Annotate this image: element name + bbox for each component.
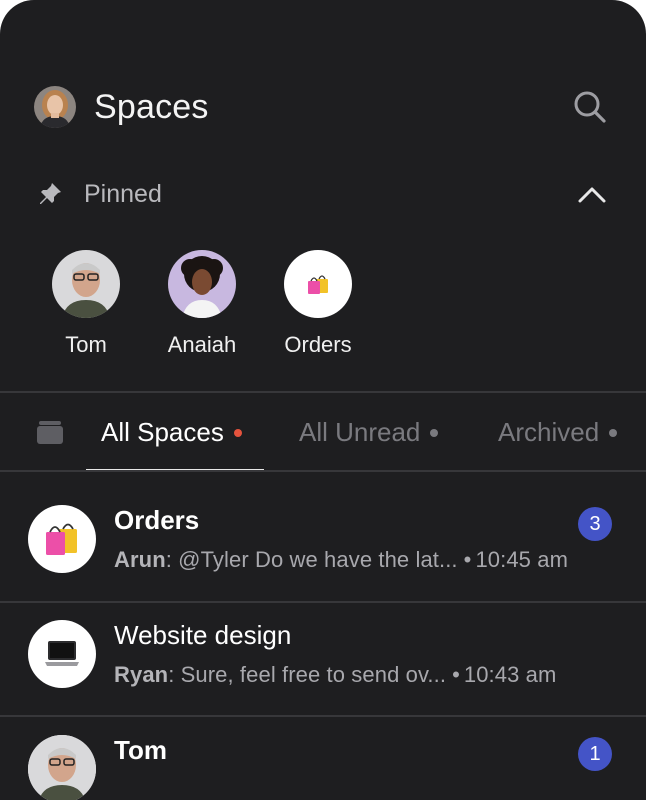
unread-count-badge: 3 [578,507,612,541]
sender-name: Ryan [114,662,169,687]
tab-all-unread[interactable]: All Unread [299,393,439,471]
pin-icon [36,180,64,208]
archive-box-icon [37,421,63,444]
pinned-item-tom[interactable]: Tom [40,250,132,358]
shopping-bags-icon [284,250,352,318]
pinned-item-name: Tom [65,332,107,357]
list-item-tom[interactable]: Tom 1 [0,703,646,800]
tab-archived[interactable]: Archived [498,393,618,471]
user-avatar[interactable] [34,86,76,128]
collapse-pinned-button[interactable] [574,176,610,212]
pinned-item-name: Orders [284,332,352,357]
message-text: Sure, feel free to send ov... [180,662,447,687]
conversation-name: Orders [114,505,200,535]
message-preview: Ryan: Sure, feel free to send ov... • 10:4… [114,662,557,687]
tab-label: All Spaces [101,416,224,447]
chevron-up-icon [578,187,606,203]
person-avatar [168,250,236,318]
conversation-name: Website design [114,620,292,650]
shopping-bags-icon [28,505,96,573]
archive-button[interactable] [36,419,64,445]
pinned-label: Pinned [84,179,162,208]
indicator-dot [430,429,439,437]
search-button[interactable] [570,87,610,127]
sender-name: Arun [114,547,166,572]
tab-label: All Unread [299,416,421,447]
spaces-screen: Spaces Pinned Tom Anaiah Orders All Spac… [0,0,646,800]
tab-all-spaces[interactable]: All Spaces [101,393,242,471]
list-item-website-design[interactable]: Website design Ryan: Sure, feel free to … [0,588,646,702]
header: Spaces [34,86,610,128]
unread-count-badge: 1 [578,737,612,771]
unread-dot [233,429,242,437]
indicator-dot [609,429,618,437]
pinned-item-orders[interactable]: Orders [272,250,364,358]
list-item-orders[interactable]: Orders Arun: @Tyler Do we have the lat..… [0,473,646,587]
tab-label: Archived [498,416,600,447]
message-text: @Tyler Do we have the lat... [178,547,458,572]
message-time: 10:43 am [463,662,557,687]
message-time: 10:45 am [475,547,568,572]
pinned-list: Tom Anaiah Orders [40,250,364,358]
divider [0,470,646,472]
page-title: Spaces [94,87,209,126]
message-preview: Arun: @Tyler Do we have the lat... • 10:45… [114,547,568,572]
search-icon [574,91,606,123]
laptop-icon [28,620,96,688]
pinned-section-header: Pinned [36,176,610,212]
tab-bar: All Spaces All Unread Archived [0,393,646,471]
person-avatar [52,250,120,318]
pinned-item-anaiah[interactable]: Anaiah [156,250,248,358]
conversation-name: Tom [114,735,167,765]
pinned-item-name: Anaiah [167,332,237,357]
